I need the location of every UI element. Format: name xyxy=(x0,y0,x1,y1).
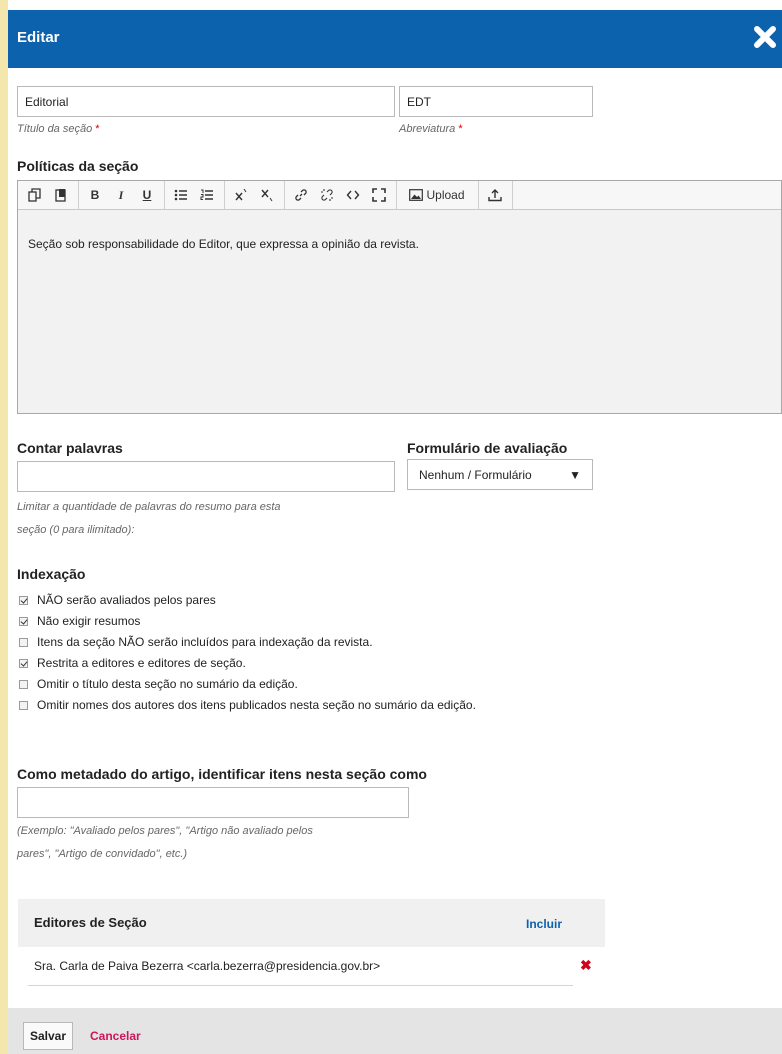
metadata-hint-line1: (Exemplo: "Avaliado pelos pares", "Artig… xyxy=(17,825,313,837)
checkbox-label: Omitir nomes dos autores dos itens publi… xyxy=(37,698,476,712)
section-editors-title: Editores de Seção xyxy=(34,915,147,930)
bullet-list-icon[interactable] xyxy=(170,184,192,206)
review-form-label: Formulário de avaliação xyxy=(407,440,568,456)
fullscreen-icon[interactable] xyxy=(368,184,390,206)
toolbar-separator xyxy=(396,181,397,209)
checkbox-label: Omitir o título desta seção no sumário d… xyxy=(37,677,298,691)
underline-button[interactable]: U xyxy=(136,184,158,206)
metadata-identify-input[interactable] xyxy=(17,787,409,818)
word-count-label: Contar palavras xyxy=(17,440,123,456)
subscript-icon[interactable] xyxy=(256,184,278,206)
checkbox[interactable] xyxy=(19,637,28,647)
word-count-input[interactable] xyxy=(17,461,395,492)
toolbar-separator xyxy=(478,181,479,209)
indexing-option-no-abstracts[interactable]: Não exigir resumos xyxy=(19,614,140,628)
checkbox-label: Restrita a editores e editores de seção. xyxy=(37,656,246,670)
policies-label: Políticas da seção xyxy=(17,158,139,174)
checkbox-label: NÃO serão avaliados pelos pares xyxy=(37,593,216,607)
indexing-option-exclude-indexing[interactable]: Itens da seção NÃO serão incluídos para … xyxy=(19,635,373,649)
abbreviation-input[interactable] xyxy=(399,86,593,117)
review-form-select[interactable]: Nenhum / Formulário ▼ xyxy=(407,459,593,490)
upload-icon[interactable] xyxy=(484,184,506,206)
toolbar-separator xyxy=(224,181,225,209)
bold-button[interactable]: B xyxy=(84,184,106,206)
paste-icon[interactable] xyxy=(50,184,72,206)
toolbar-separator xyxy=(512,181,513,209)
indexing-option-hide-authors[interactable]: Omitir nomes dos autores dos itens publi… xyxy=(19,698,476,712)
editor-name: Sra. Carla de Paiva Bezerra <carla.bezer… xyxy=(34,959,381,973)
link-icon[interactable] xyxy=(290,184,312,206)
add-editor-link[interactable]: Incluir xyxy=(526,917,562,931)
checkbox[interactable] xyxy=(19,595,28,605)
section-editors-panel: Editores de Seção Incluir Sra. Carla de … xyxy=(18,899,605,1014)
abbreviation-hint: Abreviatura * xyxy=(399,123,463,135)
remove-editor-icon[interactable]: ✖ xyxy=(580,957,592,974)
review-form-selected: Nenhum / Formulário xyxy=(419,468,532,482)
list-item: Sra. Carla de Paiva Bezerra <carla.bezer… xyxy=(18,947,605,987)
italic-button[interactable]: I xyxy=(110,184,132,206)
checkbox[interactable] xyxy=(19,700,28,710)
checkbox-label: Itens da seção NÃO serão incluídos para … xyxy=(37,635,373,649)
word-count-hint-line2: seção (0 para ilimitado): xyxy=(17,524,135,536)
toolbar-separator xyxy=(284,181,285,209)
cancel-button[interactable]: Cancelar xyxy=(90,1029,141,1043)
indexing-label: Indexação xyxy=(17,566,86,582)
section-title-input[interactable] xyxy=(17,86,395,117)
code-icon[interactable] xyxy=(342,184,364,206)
upload-image-button[interactable]: Upload xyxy=(402,184,472,206)
section-editors-header: Editores de Seção Incluir xyxy=(18,899,605,947)
policies-rich-text-editor: B I U Upload Seção sob responsabilidade … xyxy=(17,180,782,414)
close-icon[interactable] xyxy=(750,22,780,52)
unlink-icon[interactable] xyxy=(316,184,338,206)
copy-icon[interactable] xyxy=(24,184,46,206)
modal-footer: Salvar Cancelar xyxy=(8,1008,782,1054)
edit-section-modal: Editar Título da seção * Abreviatura * P… xyxy=(8,0,782,1054)
checkbox[interactable] xyxy=(19,658,28,668)
metadata-label: Como metadado do artigo, identificar ite… xyxy=(17,766,427,782)
indexing-option-editors-only[interactable]: Restrita a editores e editores de seção. xyxy=(19,656,246,670)
checkbox-label: Não exigir resumos xyxy=(37,614,141,628)
checkbox[interactable] xyxy=(19,679,28,689)
checkbox[interactable] xyxy=(19,616,28,626)
numbered-list-icon[interactable] xyxy=(196,184,218,206)
modal-title: Editar xyxy=(17,29,60,46)
modal-header: Editar xyxy=(8,10,782,68)
editor-content[interactable]: Seção sob responsabilidade do Editor, qu… xyxy=(28,237,419,251)
indexing-option-not-peer-reviewed[interactable]: NÃO serão avaliados pelos pares xyxy=(19,593,216,607)
section-title-hint: Título da seção * xyxy=(17,123,100,135)
editor-toolbar: B I U Upload xyxy=(18,181,781,210)
toolbar-separator xyxy=(164,181,165,209)
dropdown-arrow-icon: ▼ xyxy=(569,468,581,482)
save-button[interactable]: Salvar xyxy=(23,1022,73,1050)
row-divider xyxy=(28,985,573,986)
upload-label: Upload xyxy=(426,188,465,202)
indexing-option-hide-title[interactable]: Omitir o título desta seção no sumário d… xyxy=(19,677,298,691)
metadata-hint-line2: pares", "Artigo de convidado", etc.) xyxy=(17,848,188,860)
toolbar-separator xyxy=(78,181,79,209)
image-icon xyxy=(409,189,424,201)
word-count-hint-line1: Limitar a quantidade de palavras do resu… xyxy=(17,501,281,513)
superscript-icon[interactable] xyxy=(230,184,252,206)
